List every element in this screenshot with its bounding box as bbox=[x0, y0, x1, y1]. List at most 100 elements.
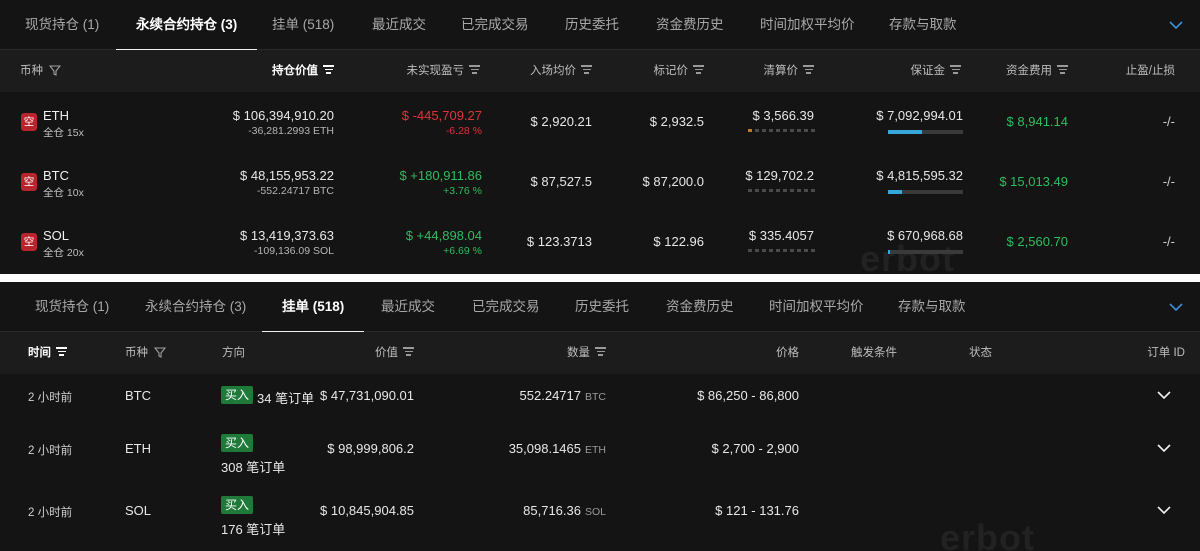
col-direction: 方向 bbox=[222, 347, 245, 359]
sort-icon[interactable] bbox=[595, 347, 606, 356]
tab-completed-trades[interactable]: 已完成交易 bbox=[461, 0, 529, 50]
sort-icon[interactable] bbox=[1057, 65, 1068, 74]
order-symbol[interactable]: SOL bbox=[125, 503, 151, 518]
tab-open-orders[interactable]: 挂单 (518) bbox=[272, 0, 334, 50]
filter-icon[interactable] bbox=[49, 65, 62, 77]
position-leverage: 全仓 20x bbox=[43, 247, 84, 259]
tab-spot-holdings[interactable]: 现货持仓 (1) bbox=[35, 282, 109, 332]
sort-icon[interactable] bbox=[56, 347, 67, 356]
tab-perp-positions[interactable]: 永续合约持仓 (3) bbox=[115, 0, 258, 51]
col-liq-price[interactable]: 清算价 bbox=[763, 50, 814, 92]
unrealized-pnl: $ -445,709.27 bbox=[401, 108, 482, 123]
col-trigger: 触发条件 bbox=[851, 347, 897, 359]
tpsl-value[interactable]: -/- bbox=[1163, 234, 1175, 249]
order-quantity: 552.24717 BTC bbox=[520, 388, 606, 403]
sort-icon[interactable] bbox=[803, 65, 814, 74]
order-quantity-unit: BTC bbox=[585, 391, 606, 403]
tab-spot-holdings[interactable]: 现货持仓 (1) bbox=[25, 0, 99, 50]
chevron-down-icon[interactable] bbox=[1157, 505, 1171, 515]
tab-deposits-withdrawals[interactable]: 存款与取款 bbox=[898, 282, 966, 332]
col-mark-price[interactable]: 标记价 bbox=[654, 50, 704, 92]
col-value[interactable]: 价值 bbox=[375, 332, 414, 374]
col-value-label: 价值 bbox=[375, 347, 398, 359]
tab-funding-history[interactable]: 资金费历史 bbox=[666, 282, 734, 332]
col-margin[interactable]: 保证金 bbox=[910, 50, 961, 92]
order-value: $ 47,731,090.01 bbox=[320, 388, 414, 403]
order-time: 2 小时前 bbox=[28, 507, 73, 519]
col-position-value[interactable]: 持仓价值 bbox=[272, 50, 334, 92]
col-entry-price-label: 入场均价 bbox=[530, 65, 576, 77]
position-value: $ 106,394,910.20 bbox=[232, 108, 334, 123]
orders-table-header: 时间 币种 方向 价值 数量 价格 触发条件 状态 订单 ID bbox=[0, 332, 1200, 374]
order-symbol[interactable]: BTC bbox=[125, 388, 151, 403]
sort-icon[interactable] bbox=[693, 65, 704, 74]
position-value: $ 48,155,953.22 bbox=[240, 168, 334, 183]
sort-icon[interactable] bbox=[403, 347, 414, 356]
chevron-down-icon[interactable] bbox=[1157, 390, 1171, 400]
col-quantity[interactable]: 数量 bbox=[567, 332, 606, 374]
chevron-down-icon[interactable] bbox=[1168, 17, 1184, 33]
sort-icon[interactable] bbox=[581, 65, 592, 74]
order-quantity-unit: ETH bbox=[585, 444, 606, 456]
chevron-down-icon[interactable] bbox=[1168, 299, 1184, 315]
tab-perp-positions[interactable]: 永续合约持仓 (3) bbox=[145, 282, 246, 332]
col-symbol-label: 币种 bbox=[20, 65, 43, 77]
liquidation-risk-indicator bbox=[748, 189, 815, 193]
order-count: 34 笔订单 bbox=[257, 391, 315, 406]
tab-twap[interactable]: 时间加权平均价 bbox=[760, 0, 855, 50]
unrealized-pnl-percent: +6.69 % bbox=[443, 245, 482, 257]
filter-icon[interactable] bbox=[154, 347, 167, 359]
col-unrealized-pnl[interactable]: 未实现盈亏 bbox=[407, 50, 480, 92]
liquidation-price: $ 335.4057 bbox=[748, 228, 814, 243]
tab-open-orders[interactable]: 挂单 (518) bbox=[261, 282, 365, 333]
tab-order-history[interactable]: 历史委托 bbox=[575, 282, 629, 332]
tab-recent-fills[interactable]: 最近成交 bbox=[372, 0, 426, 50]
sort-icon[interactable] bbox=[950, 65, 961, 74]
order-row: 2 小时前 SOL 买入 176 笔订单 $ 10,845,904.85 85,716.3… bbox=[0, 489, 1200, 549]
chevron-down-icon[interactable] bbox=[1157, 443, 1171, 453]
order-price-range: $ 86,250 - 86,800 bbox=[697, 388, 799, 403]
position-symbol[interactable]: ETH bbox=[43, 108, 69, 123]
order-quantity-unit: SOL bbox=[584, 506, 606, 518]
col-liq-price-label: 清算价 bbox=[763, 65, 799, 77]
margin-value: $ 4,815,595.32 bbox=[876, 168, 963, 183]
tpsl-value[interactable]: -/- bbox=[1163, 174, 1175, 189]
position-symbol[interactable]: BTC bbox=[43, 168, 69, 183]
sort-icon[interactable] bbox=[323, 65, 334, 74]
position-symbol[interactable]: SOL bbox=[43, 228, 69, 243]
tab-twap[interactable]: 时间加权平均价 bbox=[769, 282, 864, 332]
entry-price: $ 123.3713 bbox=[526, 234, 592, 249]
col-margin-label: 保证金 bbox=[910, 65, 946, 77]
orders-panel: 现货持仓 (1) 永续合约持仓 (3) 挂单 (518) 最近成交 已完成交易 … bbox=[0, 282, 1200, 551]
unrealized-pnl: $ +44,898.04 bbox=[405, 228, 482, 243]
tab-bar: 现货持仓 (1) 永续合约持仓 (3) 挂单 (518) 最近成交 已完成交易 … bbox=[0, 0, 1200, 51]
position-leverage: 全仓 10x bbox=[43, 187, 84, 199]
position-row: 空 SOL 全仓 20x $ 13,419,373.63 -109,136.09 SOL… bbox=[0, 212, 1200, 272]
tab-funding-history[interactable]: 资金费历史 bbox=[656, 0, 724, 50]
tpsl-value[interactable]: -/- bbox=[1163, 114, 1175, 129]
sort-icon[interactable] bbox=[469, 65, 480, 74]
tab-recent-fills[interactable]: 最近成交 bbox=[381, 282, 435, 332]
margin-value: $ 7,092,994.01 bbox=[876, 108, 963, 123]
order-count: 308 笔订单 bbox=[221, 460, 286, 475]
margin-ratio-fill bbox=[888, 130, 922, 134]
order-symbol[interactable]: ETH bbox=[125, 441, 151, 456]
margin-ratio-fill bbox=[888, 250, 891, 254]
position-size: -552.24717 BTC bbox=[256, 185, 334, 197]
buy-side-badge: 买入 bbox=[221, 496, 254, 514]
liquidation-risk-indicator bbox=[748, 249, 815, 253]
col-entry-price[interactable]: 入场均价 bbox=[530, 50, 592, 92]
tab-completed-trades[interactable]: 已完成交易 bbox=[472, 282, 540, 332]
order-time: 2 小时前 bbox=[28, 445, 73, 457]
col-symbol[interactable]: 币种 bbox=[20, 50, 62, 92]
col-price: 价格 bbox=[776, 347, 799, 359]
tab-deposits-withdrawals[interactable]: 存款与取款 bbox=[889, 0, 957, 50]
tab-order-history[interactable]: 历史委托 bbox=[565, 0, 619, 50]
margin-ratio-bar bbox=[888, 250, 963, 254]
buy-side-badge: 买入 bbox=[221, 386, 254, 404]
margin-value: $ 670,968.68 bbox=[887, 228, 963, 243]
col-time[interactable]: 时间 bbox=[28, 332, 67, 374]
position-row: 空 ETH 全仓 15x $ 106,394,910.20 -36,281.2993 E… bbox=[0, 92, 1200, 152]
col-funding[interactable]: 资金费用 bbox=[1006, 50, 1068, 92]
col-symbol[interactable]: 币种 bbox=[125, 332, 167, 374]
